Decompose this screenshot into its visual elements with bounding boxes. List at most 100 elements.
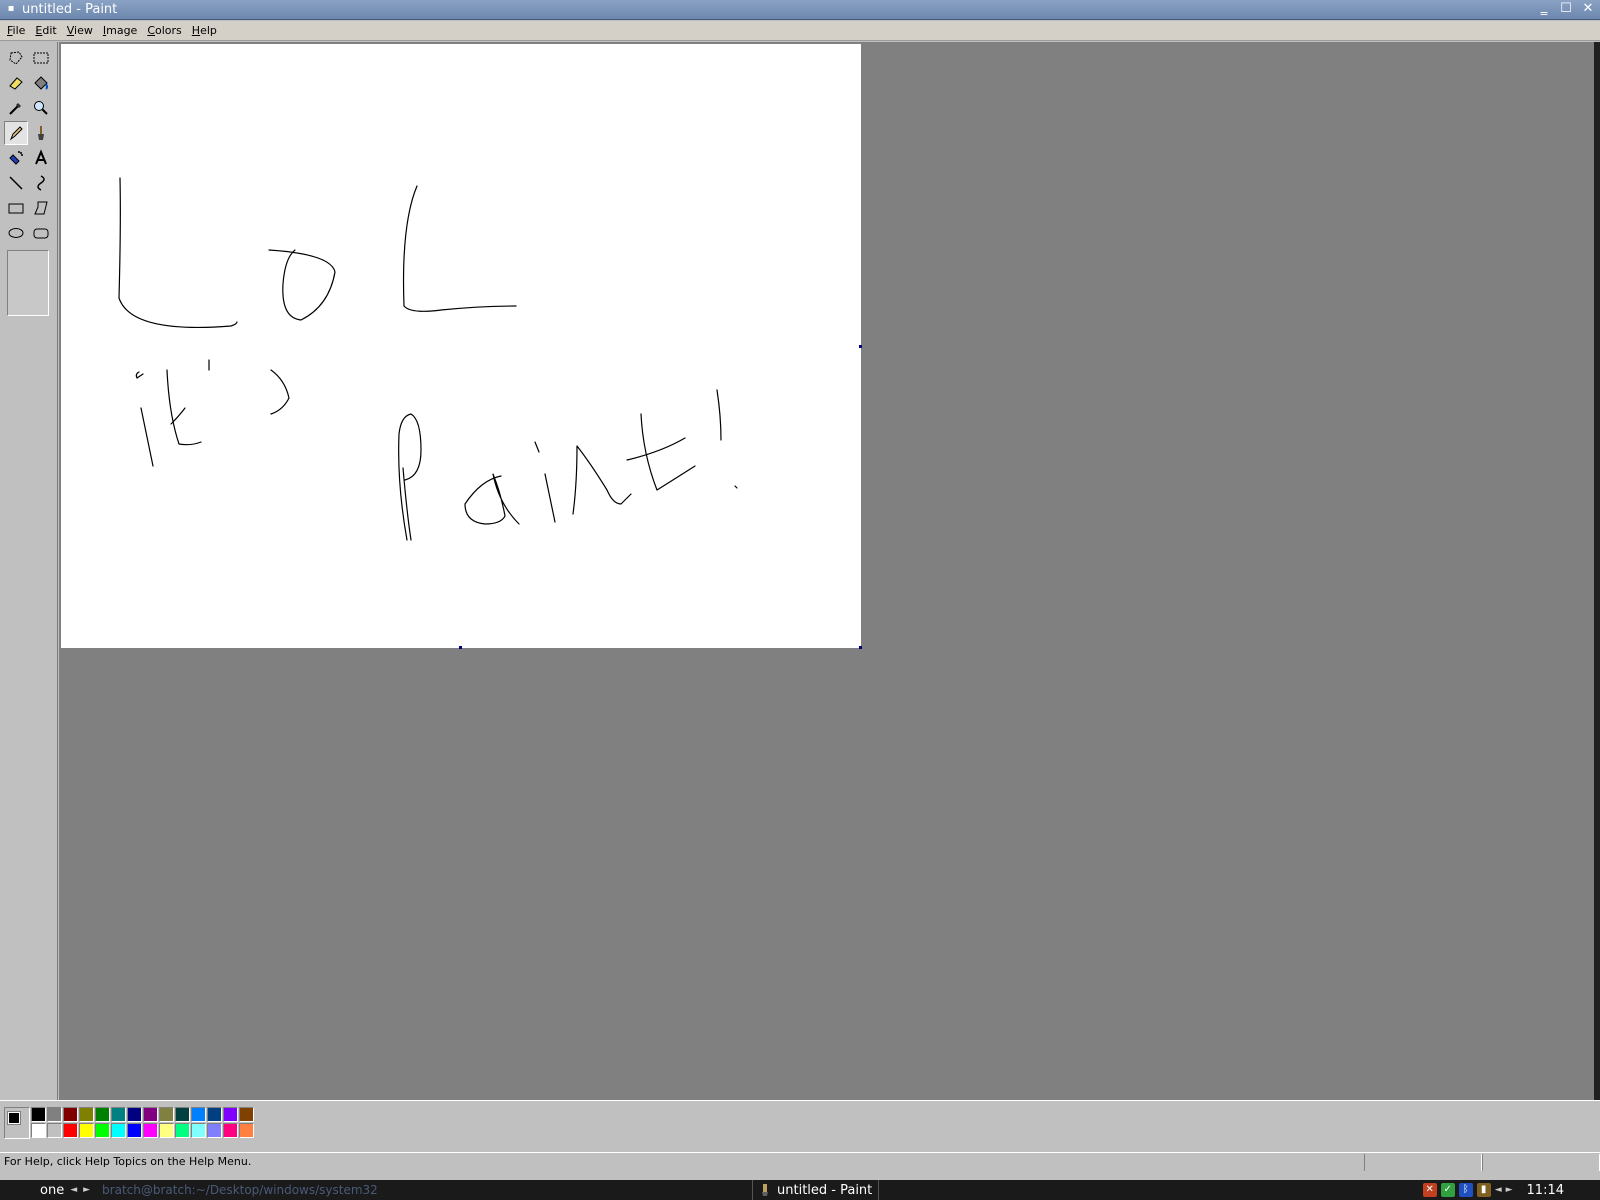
resize-handle-right-middle[interactable] (859, 345, 862, 348)
color-swatch-top-12[interactable] (207, 1107, 222, 1122)
tool-rounded-rect[interactable] (29, 221, 53, 245)
close-icon[interactable]: ✕ (1580, 1, 1596, 17)
menu-file[interactable]: File (2, 22, 30, 40)
canvas-workspace (59, 42, 1600, 1100)
canvas-drawing (118, 177, 738, 541)
tool-color-picker[interactable] (4, 96, 28, 120)
prev-workspace-icon[interactable]: ◄ (70, 1185, 77, 1195)
bluetooth-icon[interactable]: ᛒ (1458, 1183, 1473, 1197)
color-swatch-top-9[interactable] (159, 1107, 174, 1122)
tool-polygon[interactable] (29, 196, 53, 220)
menu-help[interactable]: Help (187, 22, 222, 40)
tool-grid (4, 46, 54, 245)
status-bar: For Help, click Help Topics on the Help … (0, 1152, 1600, 1172)
tool-airbrush[interactable] (4, 146, 28, 170)
color-swatch-top-1[interactable] (31, 1107, 46, 1122)
current-colors[interactable] (4, 1107, 30, 1139)
rect-select-icon (33, 52, 49, 64)
brush-icon (38, 126, 44, 140)
tool-pencil[interactable] (4, 121, 28, 145)
tool-rectangle[interactable] (4, 196, 28, 220)
free-form-select-icon (9, 51, 23, 65)
tool-curve[interactable] (29, 171, 53, 195)
system-menu-icon[interactable]: ▪ (6, 3, 16, 14)
color-swatch-top-7[interactable] (127, 1107, 142, 1122)
foreground-color[interactable] (7, 1111, 21, 1125)
palette-swatches (31, 1107, 254, 1138)
next-workspace-icon[interactable]: ► (83, 1185, 90, 1195)
taskbar: one ◄ ► bratch@bratch:~/Desktop/windows/… (0, 1180, 1600, 1200)
clock[interactable]: 11:14 (1527, 1183, 1564, 1198)
color-swatch-bottom-1[interactable] (31, 1123, 46, 1138)
text-icon (35, 149, 47, 165)
polygon-icon (34, 201, 48, 215)
line-icon (9, 176, 23, 190)
color-swatch-bottom-13[interactable] (223, 1123, 238, 1138)
color-swatch-top-13[interactable] (223, 1107, 238, 1122)
tool-brush[interactable] (29, 121, 53, 145)
color-swatch-bottom-9[interactable] (159, 1123, 174, 1138)
menu-colors[interactable]: Colors (142, 22, 186, 40)
rectangle-icon (8, 203, 24, 214)
tool-ellipse[interactable] (4, 221, 28, 245)
color-swatch-bottom-4[interactable] (79, 1123, 94, 1138)
drawing-canvas[interactable] (61, 44, 861, 648)
window-controls: ‗ ☐ ✕ (1536, 1, 1596, 17)
system-tray: ✕ ✓ ᛒ ▮ ◄ ► 11:14 (1422, 1180, 1564, 1200)
pencil-icon (9, 126, 23, 141)
maximize-icon[interactable]: ☐ (1558, 1, 1574, 17)
status-position-cell (1364, 1154, 1482, 1171)
color-swatch-bottom-8[interactable] (143, 1123, 158, 1138)
color-swatch-top-3[interactable] (63, 1107, 78, 1122)
menu-image[interactable]: Image (98, 22, 142, 40)
color-swatch-bottom-3[interactable] (63, 1123, 78, 1138)
rounded-rect-icon (33, 228, 49, 239)
tray-prev-icon[interactable]: ◄ (1495, 1185, 1502, 1195)
eraser-icon (9, 77, 23, 90)
color-swatch-top-6[interactable] (111, 1107, 126, 1122)
menu-bar: File Edit View Image Colors Help (0, 21, 1600, 41)
color-swatch-bottom-5[interactable] (95, 1123, 110, 1138)
update-check-icon[interactable]: ✓ (1440, 1183, 1455, 1197)
color-swatch-top-14[interactable] (239, 1107, 254, 1122)
color-swatch-top-10[interactable] (175, 1107, 190, 1122)
taskbar-window-button[interactable]: untitled - Paint (752, 1180, 880, 1200)
color-swatch-top-11[interactable] (191, 1107, 206, 1122)
color-swatch-top-2[interactable] (47, 1107, 62, 1122)
menu-view[interactable]: View (62, 22, 98, 40)
tool-options-box[interactable] (7, 250, 49, 316)
color-swatch-bottom-11[interactable] (191, 1123, 206, 1138)
color-swatch-bottom-14[interactable] (239, 1123, 254, 1138)
color-swatch-bottom-12[interactable] (207, 1123, 222, 1138)
paint-tray-icon[interactable]: ▮ (1476, 1183, 1491, 1197)
workspace-name[interactable]: one (40, 1183, 64, 1198)
color-swatch-top-5[interactable] (95, 1107, 110, 1122)
tool-fill-bucket[interactable] (29, 71, 53, 95)
color-swatch-bottom-7[interactable] (127, 1123, 142, 1138)
title-bar[interactable]: ▪ untitled - Paint ‗ ☐ ✕ (0, 0, 1600, 20)
network-icon[interactable]: ✕ (1422, 1183, 1437, 1197)
tool-rect-select[interactable] (29, 46, 53, 70)
color-swatch-bottom-6[interactable] (111, 1123, 126, 1138)
color-swatch-bottom-10[interactable] (175, 1123, 190, 1138)
tool-free-form-select[interactable] (4, 46, 28, 70)
color-swatch-bottom-2[interactable] (47, 1123, 62, 1138)
resize-handle-bottom-middle[interactable] (459, 646, 462, 649)
airbrush-icon (9, 151, 23, 165)
minimize-icon[interactable]: ‗ (1536, 1, 1552, 17)
menu-edit[interactable]: Edit (30, 22, 61, 40)
color-box (0, 1100, 1600, 1150)
window-edge-strip (1594, 42, 1600, 1100)
color-swatch-top-4[interactable] (79, 1107, 94, 1122)
workspace-switcher: one ◄ ► bratch@bratch:~/Desktop/windows/… (40, 1180, 378, 1200)
resize-handle-bottom-right[interactable] (859, 646, 862, 649)
tool-line[interactable] (4, 171, 28, 195)
window-title: untitled - Paint (22, 2, 118, 17)
tool-eraser[interactable] (4, 71, 28, 95)
tray-next-icon[interactable]: ► (1506, 1185, 1513, 1195)
color-swatch-top-8[interactable] (143, 1107, 158, 1122)
tool-magnifier[interactable] (29, 96, 53, 120)
terminal-task-label[interactable]: bratch@bratch:~/Desktop/windows/system32 (102, 1183, 378, 1197)
tool-text[interactable] (29, 146, 53, 170)
curve-icon (37, 175, 45, 191)
